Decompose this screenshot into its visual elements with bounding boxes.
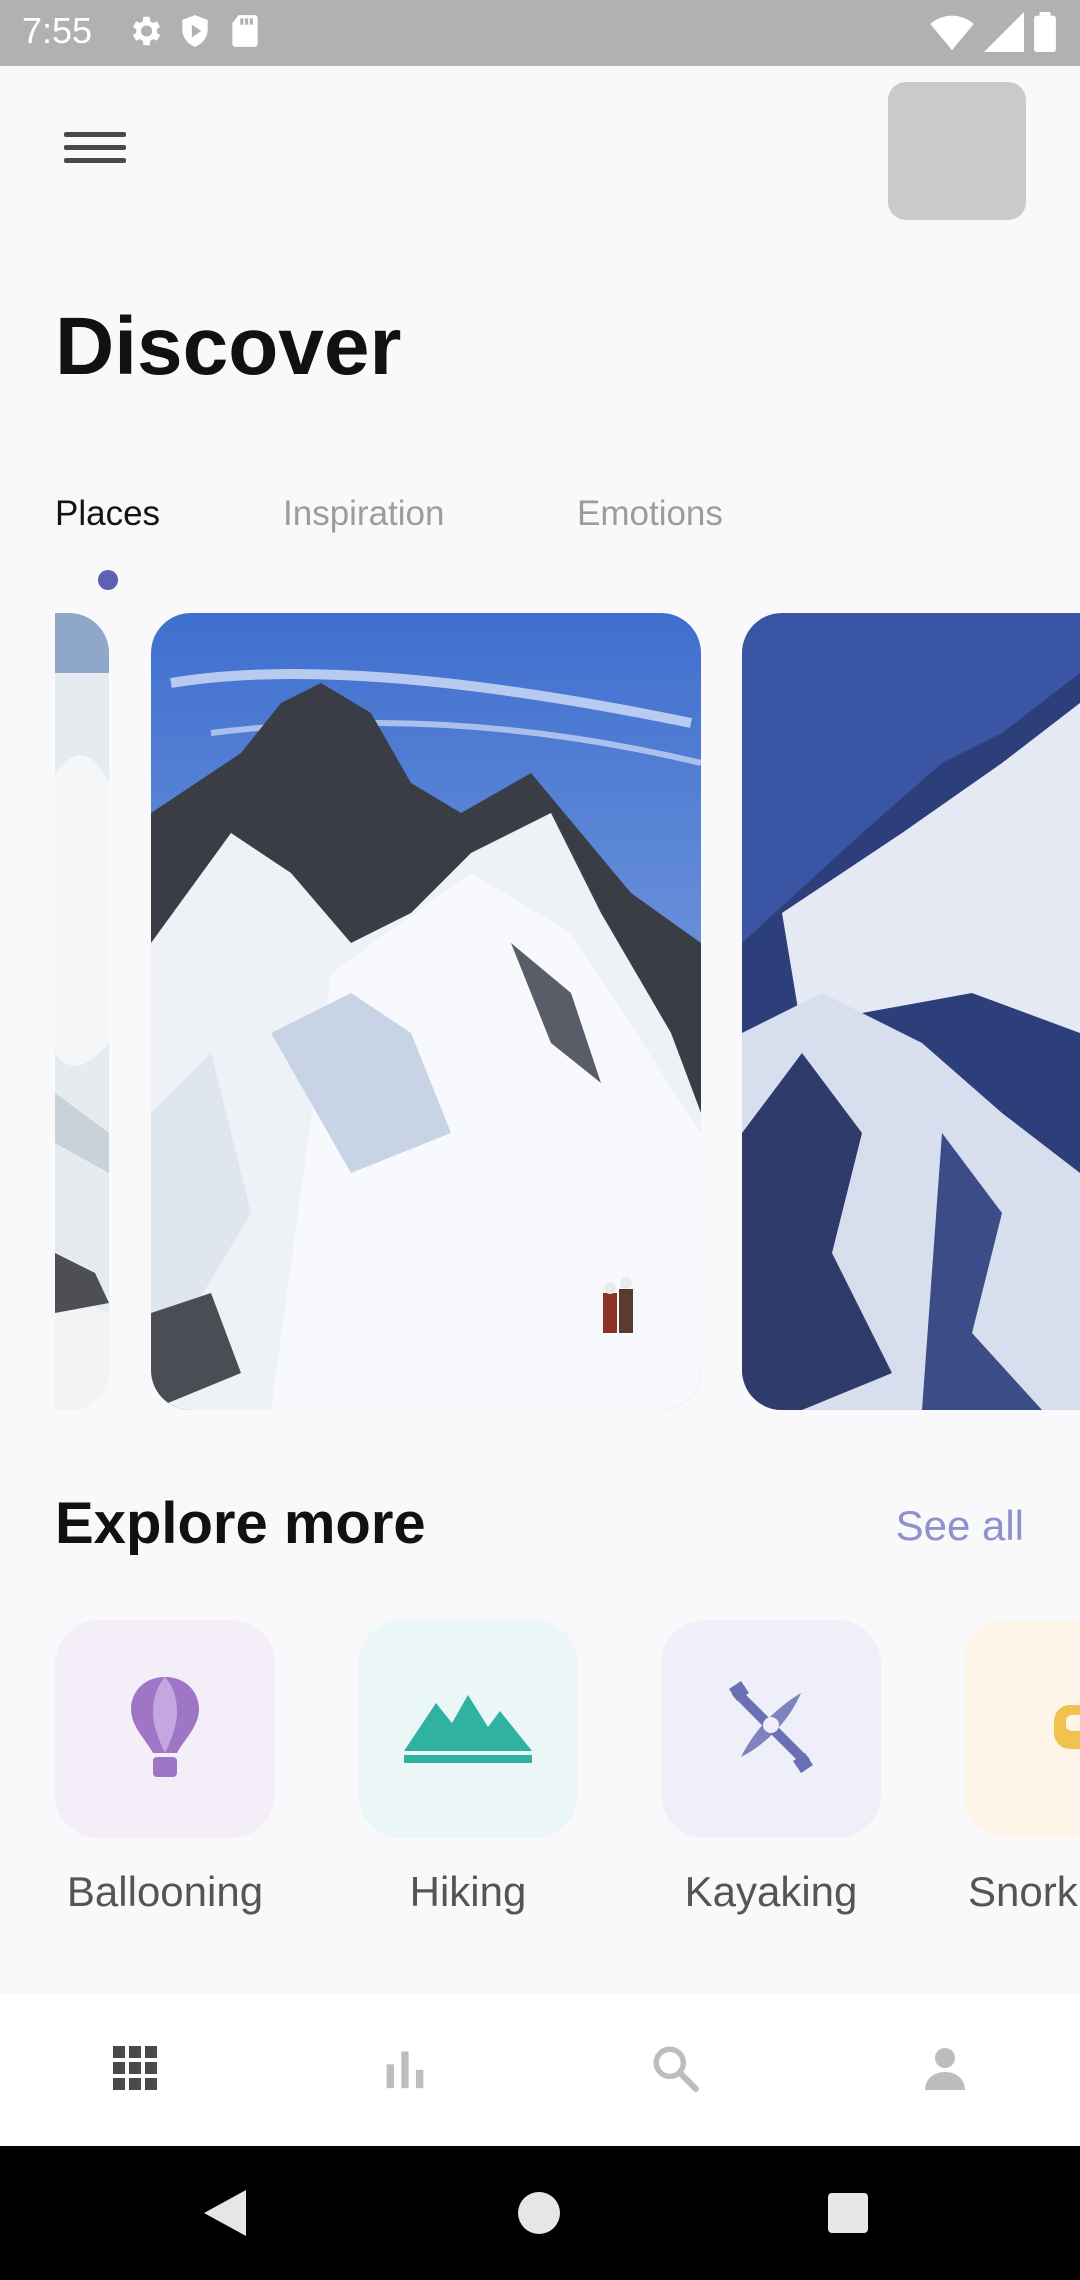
tab-emotions[interactable]: Emotions [577, 494, 723, 534]
status-bar: 7:55 [0, 0, 1080, 66]
sd-card-icon [226, 12, 264, 55]
category-tile[interactable] [358, 1620, 578, 1838]
page-title: Discover [55, 301, 402, 392]
nav-home[interactable] [0, 1994, 270, 2146]
category-hiking[interactable]: Hiking [358, 1620, 578, 1916]
section-title-explore: Explore more [55, 1491, 426, 1556]
place-card-partial-right[interactable] [742, 613, 1080, 1410]
shield-icon [176, 12, 214, 55]
grid-icon [111, 2044, 159, 2097]
category-tile[interactable] [964, 1620, 1080, 1838]
nav-stats[interactable] [270, 1994, 540, 2146]
category-tile[interactable] [661, 1620, 881, 1838]
tab-places[interactable]: Places [55, 494, 160, 534]
mountains-icon [404, 1687, 532, 1772]
category-label: Snork [968, 1868, 1078, 1915]
nav-search[interactable] [540, 1994, 810, 2146]
category-label: Ballooning [66, 1868, 264, 1915]
recents-icon[interactable] [828, 2193, 868, 2238]
person-icon [921, 2044, 969, 2097]
hamburger-menu-icon[interactable] [60, 124, 130, 180]
back-icon[interactable] [204, 2190, 246, 2241]
category-snorkeling-partial[interactable]: Snork [964, 1620, 1080, 1916]
bar-chart-icon [383, 2046, 427, 2095]
category-ballooning[interactable]: Ballooning [55, 1620, 275, 1916]
bottom-navigation [0, 1994, 1080, 2146]
category-label: Kayaking [684, 1868, 858, 1915]
signal-icon [984, 12, 1024, 57]
home-icon[interactable] [518, 2192, 560, 2239]
avatar[interactable] [888, 82, 1026, 220]
active-tab-indicator [98, 570, 118, 590]
snowy-ridge-climbers-photo[interactable] [151, 613, 701, 1410]
nav-profile[interactable] [810, 1994, 1080, 2146]
tab-inspiration[interactable]: Inspiration [283, 494, 444, 534]
hot-air-balloon-icon [125, 1676, 205, 1782]
category-tile[interactable] [55, 1620, 275, 1838]
place-card-partial-left[interactable] [55, 613, 109, 1410]
battery-icon [1034, 12, 1056, 57]
status-time: 7:55 [22, 10, 93, 51]
search-icon [650, 2043, 700, 2098]
category-label: Hiking [409, 1868, 527, 1915]
wifi-icon [930, 12, 974, 57]
snorkel-mask-icon [1054, 1697, 1080, 1762]
gear-icon [126, 12, 164, 55]
system-navigation-bar [0, 2146, 1080, 2280]
category-kayaking[interactable]: Kayaking [661, 1620, 881, 1916]
see-all-link[interactable]: See all [896, 1502, 1024, 1550]
kayak-icon [721, 1677, 821, 1782]
